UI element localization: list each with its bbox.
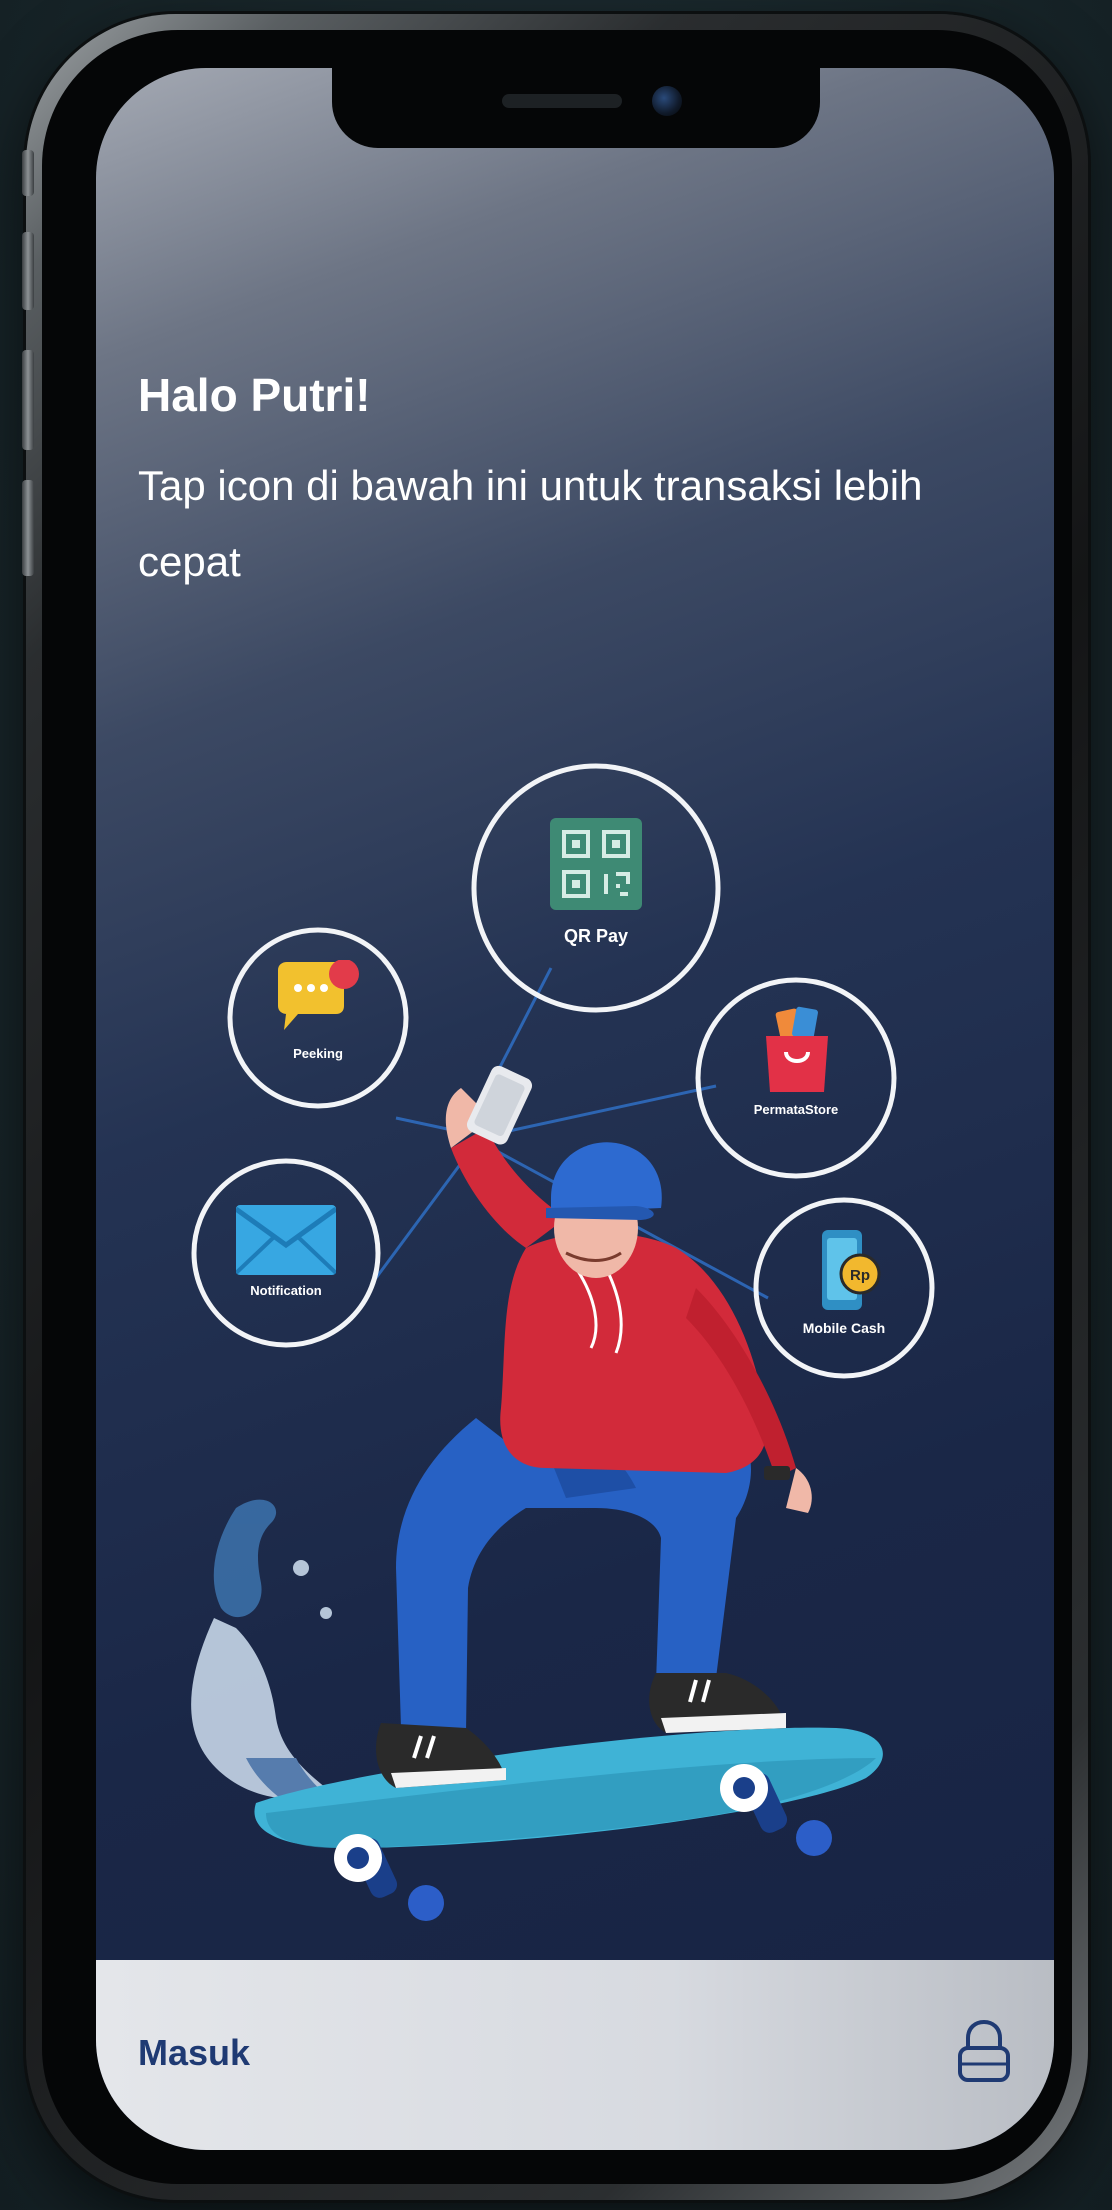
shortcut-label: PermataStore — [753, 1102, 839, 1117]
lock-icon[interactable] — [954, 2018, 1014, 2084]
chat-bubble-icon — [278, 960, 359, 1030]
background: Halo Putri! Tap icon di bawah ini untuk … — [0, 0, 1112, 2210]
shortcut-peeking[interactable]: Peeking — [230, 930, 406, 1106]
shortcut-notification[interactable]: Notification — [194, 1161, 378, 1345]
envelope-icon — [236, 1205, 336, 1275]
shortcut-permatastore[interactable]: PermataStore — [698, 980, 894, 1176]
shopping-bag-icon — [766, 1006, 828, 1092]
volume-down-button — [22, 350, 34, 450]
phone-coin-icon: Rp — [822, 1230, 881, 1310]
bottom-bar: Masuk — [96, 1960, 1054, 2150]
paint-splash — [191, 1499, 356, 1820]
shortcut-label: QR Pay — [563, 926, 629, 946]
shortcut-label: Mobile Cash — [802, 1320, 886, 1336]
shortcut-qr-pay[interactable]: QR Pay — [474, 766, 718, 1010]
mute-switch — [22, 150, 34, 196]
qr-code-icon — [550, 818, 642, 910]
shortcut-mobile-cash[interactable]: Rp Mobile Cash — [756, 1200, 932, 1376]
login-button[interactable]: Masuk — [138, 2032, 250, 2074]
svg-text:Rp: Rp — [850, 1267, 870, 1284]
skateboard — [254, 1727, 883, 1921]
phone-screen: Halo Putri! Tap icon di bawah ini untuk … — [96, 68, 1054, 2150]
skater-illustration — [191, 967, 883, 1921]
shortcut-label: Peeking — [293, 1046, 343, 1061]
volume-up-button — [22, 232, 34, 310]
side-button — [22, 480, 34, 576]
shortcut-label: Notification — [250, 1283, 322, 1298]
